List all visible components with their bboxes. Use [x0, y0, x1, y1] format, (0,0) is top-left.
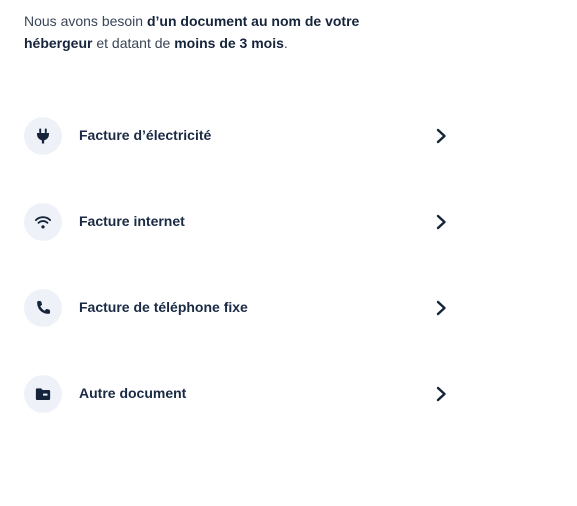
intro-bold-2: moins de 3 mois: [174, 35, 284, 51]
intro-part-1: Nous avons besoin: [24, 13, 147, 29]
intro-part-2: et datant de: [92, 35, 175, 51]
document-options-list: Facture d’électricité Facture internet F…: [0, 116, 577, 460]
option-label: Autre document: [79, 385, 187, 401]
folder-icon: [24, 375, 62, 413]
chevron-right-icon: [434, 300, 448, 316]
option-internet-bill[interactable]: Facture internet: [0, 202, 577, 242]
option-label: Facture internet: [79, 213, 185, 229]
option-landline-phone-bill[interactable]: Facture de téléphone fixe: [0, 288, 577, 328]
chevron-right-icon: [434, 386, 448, 402]
chevron-right-icon: [434, 128, 448, 144]
wifi-icon: [24, 203, 62, 241]
option-label: Facture d’électricité: [79, 127, 212, 143]
option-electricity-bill[interactable]: Facture d’électricité: [0, 116, 577, 156]
chevron-right-icon: [434, 214, 448, 230]
plug-icon: [24, 117, 62, 155]
option-label: Facture de téléphone fixe: [79, 299, 248, 315]
intro-part-3: .: [283, 35, 288, 51]
option-other-document[interactable]: Autre document: [0, 374, 577, 414]
phone-icon: [24, 289, 62, 327]
intro-text: Nous avons besoin d’un document au nom d…: [24, 10, 424, 54]
